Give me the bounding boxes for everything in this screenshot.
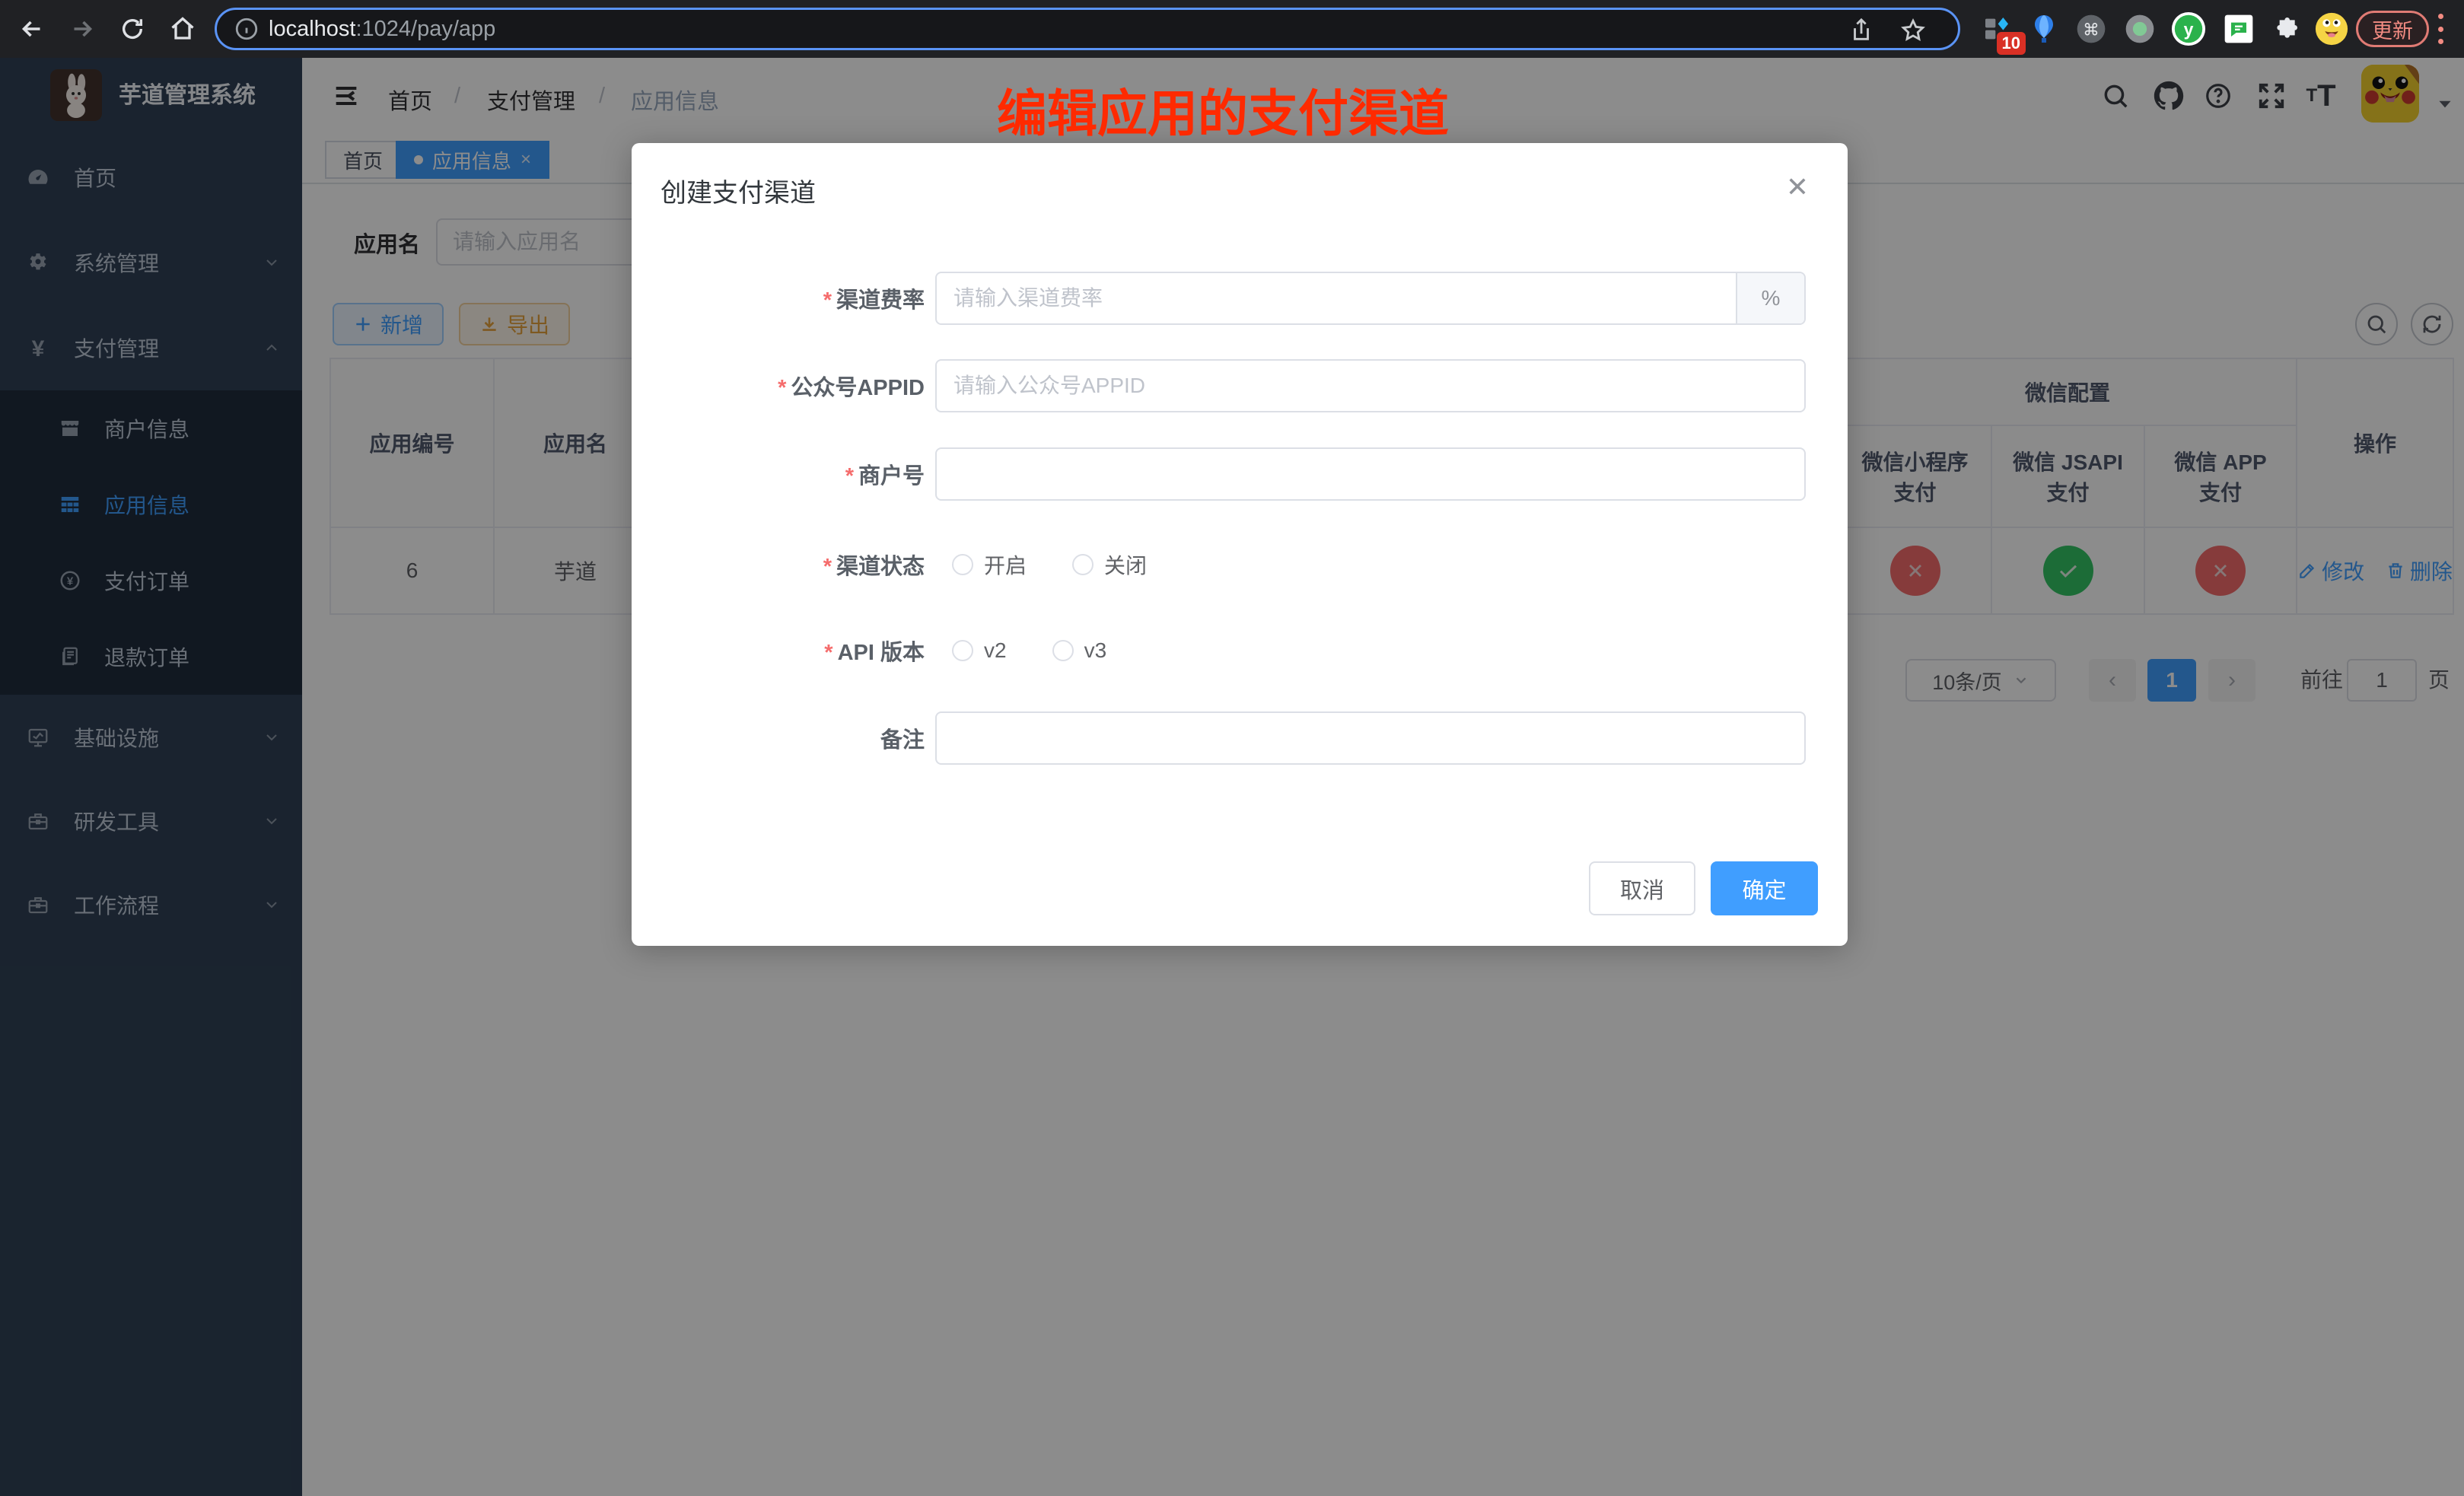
extension-command-icon[interactable]: ⌘: [2071, 9, 2111, 49]
field-label: *API 版本: [632, 635, 925, 667]
channel-rate-input[interactable]: [935, 272, 1806, 325]
api-v3-radio[interactable]: v3: [1052, 638, 1107, 663]
field-label: *渠道费率: [632, 282, 925, 314]
form-row-rate: *渠道费率 %: [632, 272, 1819, 325]
browser-toolbar: localhost:1024/pay/app 10 ⌘ y 更新: [0, 0, 2464, 58]
share-icon[interactable]: [1848, 18, 1874, 43]
status-closed-radio[interactable]: 关闭: [1072, 549, 1147, 580]
field-label: *公众号APPID: [632, 370, 925, 402]
field-label: *商户号: [632, 458, 925, 490]
confirm-button[interactable]: 确定: [1711, 861, 1818, 915]
annotation-text: 编辑应用的支付渠道: [997, 73, 1449, 146]
extension-puzzle-icon[interactable]: [2266, 9, 2306, 49]
extension-emoji-icon[interactable]: [2312, 9, 2351, 49]
home-icon[interactable]: [164, 11, 201, 47]
extension-tasks-icon[interactable]: 10: [1977, 9, 2017, 49]
extension-balloon-icon[interactable]: [2024, 9, 2064, 49]
extension-y-icon[interactable]: y: [2169, 9, 2208, 49]
form-row-merchant: *商户号: [632, 447, 1819, 501]
api-v2-radio[interactable]: v2: [952, 638, 1007, 663]
official-appid-input[interactable]: [935, 359, 1806, 412]
reload-icon[interactable]: [114, 11, 151, 47]
back-icon[interactable]: [14, 11, 50, 47]
forward-icon[interactable]: [64, 11, 100, 47]
extension-recorder-icon[interactable]: [2120, 9, 2160, 49]
remark-input[interactable]: [935, 711, 1806, 765]
merchant-id-input[interactable]: [935, 447, 1806, 501]
form-row-remark: 备注: [632, 711, 1819, 765]
url-text[interactable]: localhost:1024/pay/app: [269, 17, 495, 42]
field-label: 备注: [632, 722, 925, 754]
field-label: *渠道状态: [632, 549, 925, 581]
extension-chat-icon[interactable]: [2219, 9, 2259, 49]
extension-badge: 10: [1997, 32, 2026, 55]
info-icon[interactable]: [234, 16, 259, 42]
dialog-title: 创建支付渠道: [661, 172, 816, 209]
form-row-api-version: *API 版本 v2 v3: [632, 624, 1819, 677]
svg-text:⌘: ⌘: [2083, 20, 2099, 39]
page: 芋道管理系统 首页 系统管理 ¥ 支付管理: [0, 58, 2464, 1496]
create-channel-dialog: 创建支付渠道 ✕ *渠道费率 % *公众号APPID *商户号 *渠道状态 开启: [632, 143, 1848, 946]
svg-text:y: y: [2184, 20, 2194, 40]
cancel-button[interactable]: 取消: [1589, 861, 1695, 915]
close-icon[interactable]: ✕: [1784, 173, 1811, 201]
status-open-radio[interactable]: 开启: [952, 549, 1027, 580]
update-button[interactable]: 更新: [2356, 11, 2429, 47]
form-row-appid: *公众号APPID: [632, 359, 1819, 412]
percent-suffix: %: [1736, 273, 1804, 323]
browser-menu-icon[interactable]: [2438, 14, 2444, 44]
form-row-status: *渠道状态 开启 关闭: [632, 538, 1819, 591]
url-bar[interactable]: localhost:1024/pay/app: [215, 8, 1960, 50]
bookmark-star-icon[interactable]: [1900, 18, 1926, 43]
